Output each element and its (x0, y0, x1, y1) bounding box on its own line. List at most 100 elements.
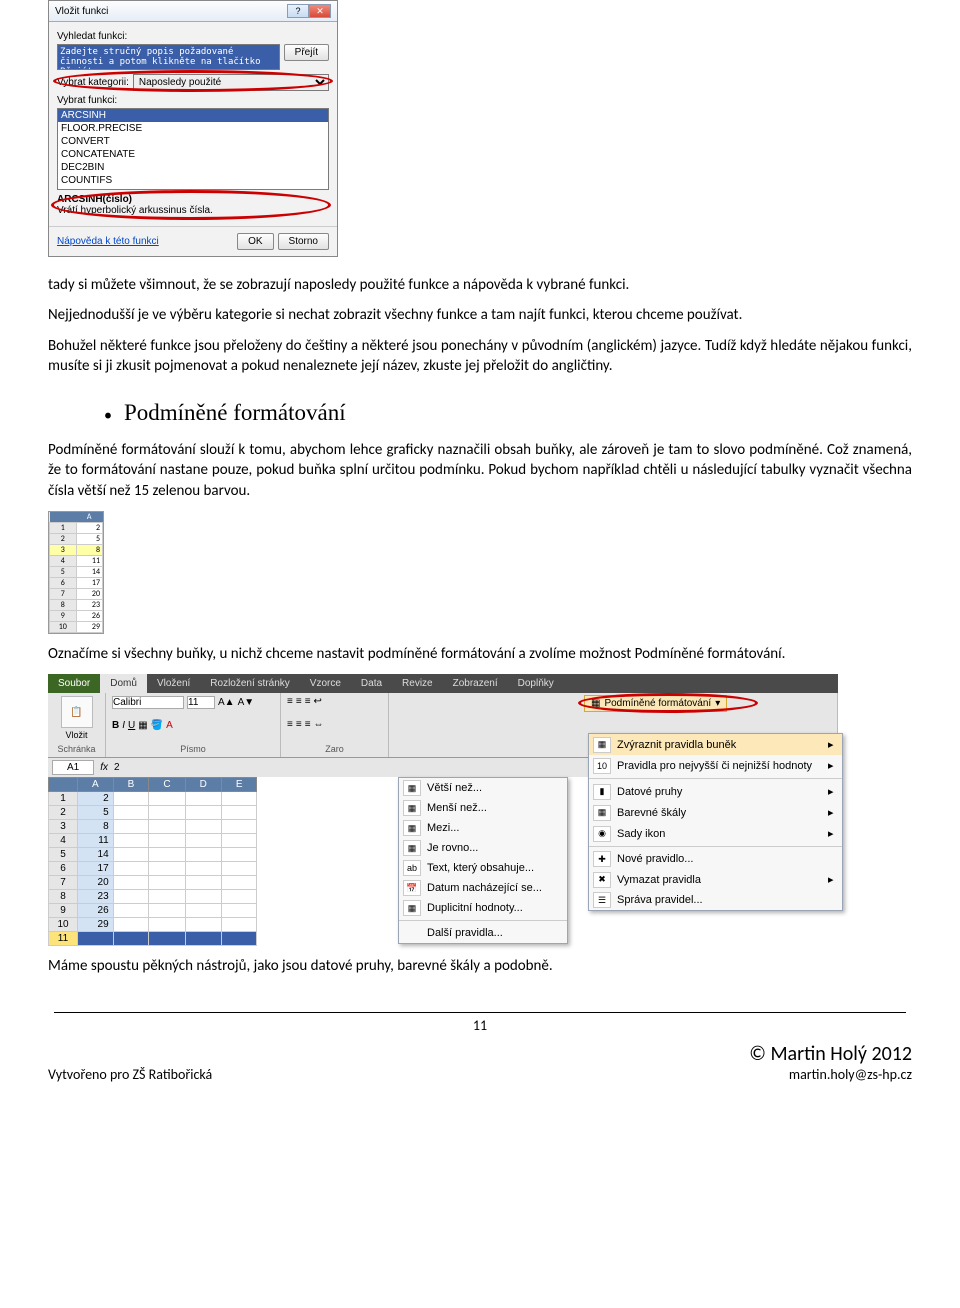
tab-file[interactable]: Soubor (48, 674, 100, 693)
row-header[interactable]: 6 (49, 862, 78, 876)
footer-left: Vytvořeno pro ZŠ Ratibořická (48, 1066, 212, 1083)
menu-item-data-bars[interactable]: ▮Datové pruhy▸ (589, 781, 842, 802)
border-icon[interactable]: ▦ (138, 720, 147, 731)
list-item[interactable]: COUNTIFS (58, 174, 328, 187)
menu-item-date[interactable]: 📅Datum nacházející se... (399, 878, 567, 898)
list-item[interactable]: ARCSINH (58, 109, 328, 122)
col-header[interactable]: C (149, 778, 185, 792)
row-header[interactable]: 2 (49, 806, 78, 820)
size-select[interactable] (187, 696, 215, 709)
row-header[interactable]: 5 (49, 848, 78, 862)
align-top-icon[interactable]: ≡ (287, 696, 293, 707)
menu-item-top-bottom[interactable]: 10Pravidla pro nejvyšší či nejnižší hodn… (589, 755, 842, 776)
tab-addins[interactable]: Doplňky (508, 674, 564, 693)
cell[interactable]: 20 (78, 876, 114, 890)
row-header[interactable]: 10 (49, 918, 78, 932)
menu-item-more-rules[interactable]: Další pravidla... (399, 923, 567, 943)
rule-icon: ▦ (403, 820, 421, 836)
tab-review[interactable]: Revize (392, 674, 443, 693)
cell[interactable]: 23 (78, 890, 114, 904)
name-box[interactable]: A1 (52, 760, 94, 775)
paste-icon[interactable]: 📋 (61, 696, 93, 728)
tab-home[interactable]: Domů (100, 674, 147, 693)
tab-data[interactable]: Data (351, 674, 392, 693)
menu-item-new-rule[interactable]: ✚Nové pravidlo... (589, 849, 842, 869)
row-header[interactable]: 11 (49, 932, 78, 946)
font-select[interactable] (112, 696, 184, 709)
corner-cell[interactable] (49, 778, 78, 792)
menu-item-between[interactable]: ▦Mezi... (399, 818, 567, 838)
row-header[interactable]: 4 (49, 834, 78, 848)
menu-item-dup[interactable]: ▦Duplicitní hodnoty... (399, 898, 567, 918)
conditional-formatting-button[interactable]: ▦ Podmíněné formátování ▾ (584, 695, 727, 712)
ok-button[interactable]: OK (237, 233, 273, 250)
col-header[interactable]: E (221, 778, 257, 792)
menu-item-equal[interactable]: ▦Je rovno... (399, 838, 567, 858)
row-header[interactable]: 8 (49, 890, 78, 904)
rule-icon: ▦ (403, 900, 421, 916)
menu-item-greater[interactable]: ▦Větší než... (399, 778, 567, 798)
category-select[interactable]: Naposledy použité (133, 74, 329, 91)
italic-button[interactable]: I (122, 720, 125, 731)
align-bot-icon[interactable]: ≡ (305, 696, 311, 707)
cell[interactable]: 5 (78, 806, 114, 820)
wrap-icon[interactable]: ↩ (314, 696, 322, 707)
cell[interactable]: 17 (78, 862, 114, 876)
list-item[interactable]: CONCATENATE (58, 148, 328, 161)
fill-color-icon[interactable]: 🪣 (151, 720, 163, 731)
tab-view[interactable]: Zobrazení (443, 674, 508, 693)
paragraph: tady si můžete všimnout, že se zobrazují… (48, 275, 912, 295)
tab-insert[interactable]: Vložení (147, 674, 200, 693)
row-header[interactable]: 1 (49, 792, 78, 806)
cell[interactable]: 26 (78, 904, 114, 918)
databar-icon: ▮ (593, 784, 611, 800)
row-header[interactable]: 3 (49, 820, 78, 834)
cancel-button[interactable]: Storno (278, 233, 329, 250)
menu-item-less[interactable]: ▦Menší než... (399, 798, 567, 818)
row-header[interactable]: 7 (49, 876, 78, 890)
help-button[interactable]: ? (287, 4, 309, 18)
align-center-icon[interactable]: ≡ (296, 719, 302, 730)
shrink-font-icon[interactable]: A▼ (238, 697, 255, 708)
align-right-icon[interactable]: ≡ (305, 719, 311, 730)
align-mid-icon[interactable]: ≡ (296, 696, 302, 707)
font-color-icon[interactable]: A (166, 720, 173, 731)
cell[interactable]: 29 (78, 918, 114, 932)
menu-item-color-scales[interactable]: ▦Barevné škály▸ (589, 802, 842, 823)
help-link[interactable]: Nápověda k této funkci (57, 236, 159, 247)
list-item[interactable]: DEC2BIN (58, 161, 328, 174)
menu-item-icon-sets[interactable]: ◉Sady ikon▸ (589, 823, 842, 844)
cell[interactable]: 8 (78, 820, 114, 834)
row-header[interactable]: 9 (49, 904, 78, 918)
close-button[interactable]: ✕ (309, 4, 331, 18)
list-item[interactable]: FLOOR.PRECISE (58, 122, 328, 135)
menu-item-text[interactable]: abText, který obsahuje... (399, 858, 567, 878)
group-label: Schránka (54, 744, 99, 754)
go-button[interactable]: Přejít (284, 44, 329, 61)
menu-item-highlight-rules[interactable]: ▦Zvýraznit pravidla buněk▸ (589, 734, 842, 755)
chevron-right-icon: ▸ (812, 738, 834, 751)
bold-button[interactable]: B (112, 720, 119, 731)
tab-layout[interactable]: Rozložení stránky (200, 674, 299, 693)
underline-button[interactable]: U (128, 720, 135, 731)
col-header[interactable]: B (113, 778, 149, 792)
search-input[interactable]: Zadejte stručný popis požadované činnost… (57, 44, 280, 70)
col-header[interactable]: D (185, 778, 221, 792)
function-list[interactable]: ARCSINH FLOOR.PRECISE CONVERT CONCATENAT… (57, 108, 329, 190)
cell[interactable]: 2 (78, 792, 114, 806)
align-left-icon[interactable]: ≡ (287, 719, 293, 730)
cell[interactable] (78, 932, 114, 946)
cell[interactable]: 11 (78, 834, 114, 848)
list-item[interactable]: CONVERT (58, 135, 328, 148)
fx-icon[interactable]: fx (100, 762, 108, 773)
tab-formulas[interactable]: Vzorce (300, 674, 351, 693)
clear-icon: ✖ (593, 872, 611, 888)
merge-icon[interactable]: ⇔ (314, 719, 324, 730)
menu-item-clear-rules[interactable]: ✖Vymazat pravidla▸ (589, 869, 842, 890)
chevron-right-icon: ▸ (812, 827, 834, 840)
col-header[interactable]: A (78, 778, 114, 792)
menu-item-manage-rules[interactable]: ☰Správa pravidel... (589, 890, 842, 910)
grow-font-icon[interactable]: A▲ (218, 697, 235, 708)
formula-bar[interactable]: 2 (114, 762, 120, 773)
cell[interactable]: 14 (78, 848, 114, 862)
